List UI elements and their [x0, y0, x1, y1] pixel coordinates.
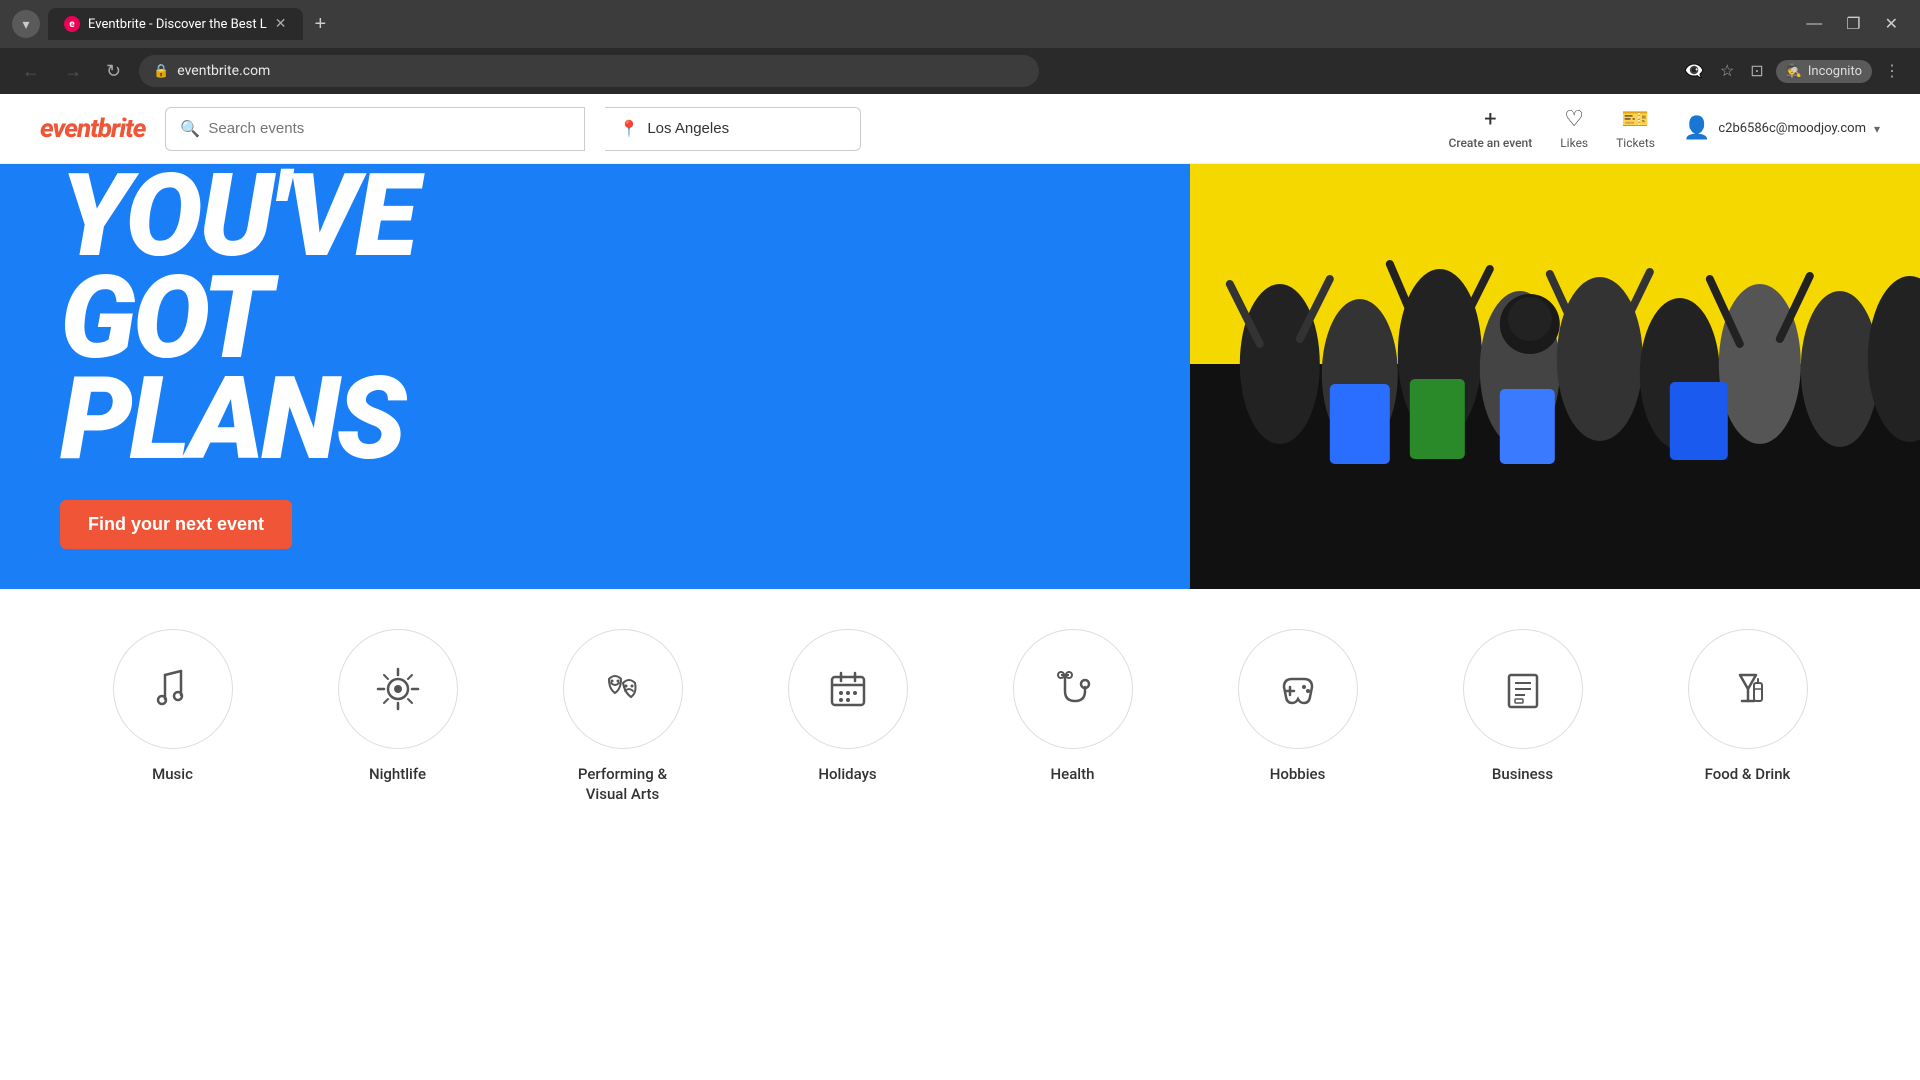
- incognito-badge[interactable]: 🕵 Incognito: [1776, 60, 1872, 83]
- hobbies-icon: [1276, 667, 1320, 711]
- hobbies-label: Hobbies: [1270, 765, 1326, 785]
- nightlife-icon: [376, 667, 420, 711]
- search-bar[interactable]: 🔍: [165, 107, 585, 151]
- location-input[interactable]: [647, 120, 846, 137]
- health-label: Health: [1051, 765, 1095, 785]
- site-header: eventbrite 🔍 📍 + Create an event ♡ Likes…: [0, 94, 1920, 164]
- window-controls-group: — ❐ ✕: [1796, 8, 1908, 40]
- hero-left-panel: YOU'VE GOT PLANS Find your next event: [0, 164, 1190, 589]
- profile-btn[interactable]: ▾: [12, 10, 40, 38]
- incognito-label: Incognito: [1808, 64, 1862, 79]
- maximize-button[interactable]: ❐: [1836, 8, 1870, 40]
- bookmark-icon[interactable]: ☆: [1716, 57, 1738, 85]
- close-window-button[interactable]: ✕: [1875, 8, 1908, 40]
- hero-right-panel: [1190, 164, 1920, 589]
- business-label: Business: [1492, 765, 1553, 785]
- hero-headline: YOU'VE GOT PLANS: [60, 166, 1130, 470]
- url-display: eventbrite.com: [177, 63, 270, 79]
- minimize-button[interactable]: —: [1796, 8, 1832, 40]
- eventbrite-logo[interactable]: eventbrite: [40, 114, 145, 144]
- tab-bar: e Eventbrite - Discover the Best L ✕ +: [48, 8, 1788, 40]
- food-drink-circle: [1688, 629, 1808, 749]
- performing-arts-icon: [601, 667, 645, 711]
- food-drink-label: Food & Drink: [1705, 765, 1791, 785]
- hobbies-circle: [1238, 629, 1358, 749]
- search-input[interactable]: [208, 120, 570, 137]
- nightlife-circle: [338, 629, 458, 749]
- crowd-illustration: [1190, 164, 1920, 589]
- user-menu[interactable]: 👤 c2b6586c@moodjoy.com ▾: [1683, 116, 1880, 141]
- category-nightlife[interactable]: Nightlife: [285, 629, 510, 804]
- health-icon: [1051, 667, 1095, 711]
- header-actions: + Create an event ♡ Likes 🎫 Tickets 👤 c2…: [1448, 107, 1880, 150]
- chevron-down-icon: ▾: [1874, 122, 1880, 136]
- music-icon: [151, 667, 195, 711]
- tickets-label: Tickets: [1616, 136, 1655, 150]
- category-performing-arts[interactable]: Performing & Visual Arts: [510, 629, 735, 804]
- hero-line3: PLANS: [60, 369, 1130, 470]
- find-event-button[interactable]: Find your next event: [60, 500, 292, 549]
- category-food-drink[interactable]: Food & Drink: [1635, 629, 1860, 804]
- hero-banner: YOU'VE GOT PLANS Find your next event: [0, 164, 1920, 589]
- holidays-label: Holidays: [818, 765, 876, 785]
- likes-link[interactable]: ♡ Likes: [1560, 107, 1588, 150]
- split-view-icon[interactable]: ⊡: [1746, 57, 1767, 85]
- forward-button[interactable]: →: [58, 57, 88, 86]
- likes-label: Likes: [1560, 136, 1588, 150]
- active-tab[interactable]: e Eventbrite - Discover the Best L ✕: [48, 8, 303, 40]
- user-icon: 👤: [1683, 116, 1710, 141]
- address-bar[interactable]: 🔒 eventbrite.com: [139, 55, 1039, 87]
- new-tab-button[interactable]: +: [307, 9, 335, 40]
- browser-chrome: ▾ e Eventbrite - Discover the Best L ✕ +…: [0, 0, 1920, 48]
- address-bar-row: ← → ↻ 🔒 eventbrite.com 👁‍🗨 ☆ ⊡ 🕵 Incogni…: [0, 48, 1920, 94]
- tab-favicon: e: [64, 16, 80, 32]
- heart-icon: ♡: [1564, 107, 1584, 132]
- category-business[interactable]: Business: [1410, 629, 1635, 804]
- incognito-hat-icon: 🕵: [1786, 64, 1802, 79]
- create-event-link[interactable]: + Create an event: [1448, 107, 1532, 150]
- category-hobbies[interactable]: Hobbies: [1185, 629, 1410, 804]
- ticket-icon: 🎫: [1622, 107, 1649, 132]
- performing-arts-label: Performing & Visual Arts: [568, 765, 678, 804]
- reload-button[interactable]: ↻: [100, 57, 127, 86]
- nightlife-label: Nightlife: [369, 765, 426, 785]
- holidays-icon: [826, 667, 870, 711]
- business-icon: [1501, 667, 1545, 711]
- category-music[interactable]: Music: [60, 629, 285, 804]
- tab-close-btn[interactable]: ✕: [275, 16, 287, 32]
- window-controls: ▾: [12, 10, 40, 38]
- hero-title-wrapper: YOU'VE GOT PLANS: [60, 166, 1130, 470]
- hero-cta: Find your next event: [60, 500, 1130, 549]
- business-circle: [1463, 629, 1583, 749]
- health-circle: [1013, 629, 1133, 749]
- performing-arts-circle: [563, 629, 683, 749]
- search-icon: 🔍: [180, 119, 200, 138]
- browser-menu-button[interactable]: ⋮: [1880, 57, 1904, 85]
- category-holidays[interactable]: Holidays: [735, 629, 960, 804]
- category-health[interactable]: Health: [960, 629, 1185, 804]
- food-drink-icon: [1726, 667, 1770, 711]
- location-pin-icon: 📍: [619, 119, 639, 138]
- categories-section: Music Nightlife: [0, 589, 1920, 844]
- plus-icon: +: [1484, 107, 1496, 132]
- categories-grid: Music Nightlife: [60, 629, 1860, 804]
- user-email: c2b6586c@moodjoy.com: [1718, 121, 1866, 136]
- music-label: Music: [152, 765, 193, 785]
- location-bar[interactable]: 📍: [605, 107, 861, 151]
- address-bar-actions: 👁‍🗨 ☆ ⊡ 🕵 Incognito ⋮: [1680, 57, 1904, 85]
- create-event-label: Create an event: [1448, 136, 1532, 150]
- tickets-link[interactable]: 🎫 Tickets: [1616, 107, 1655, 150]
- eye-off-icon[interactable]: 👁‍🗨: [1680, 57, 1708, 85]
- lock-icon: 🔒: [153, 64, 169, 79]
- tab-title: Eventbrite - Discover the Best L: [88, 17, 267, 32]
- music-circle: [113, 629, 233, 749]
- holidays-circle: [788, 629, 908, 749]
- back-button[interactable]: ←: [16, 57, 46, 86]
